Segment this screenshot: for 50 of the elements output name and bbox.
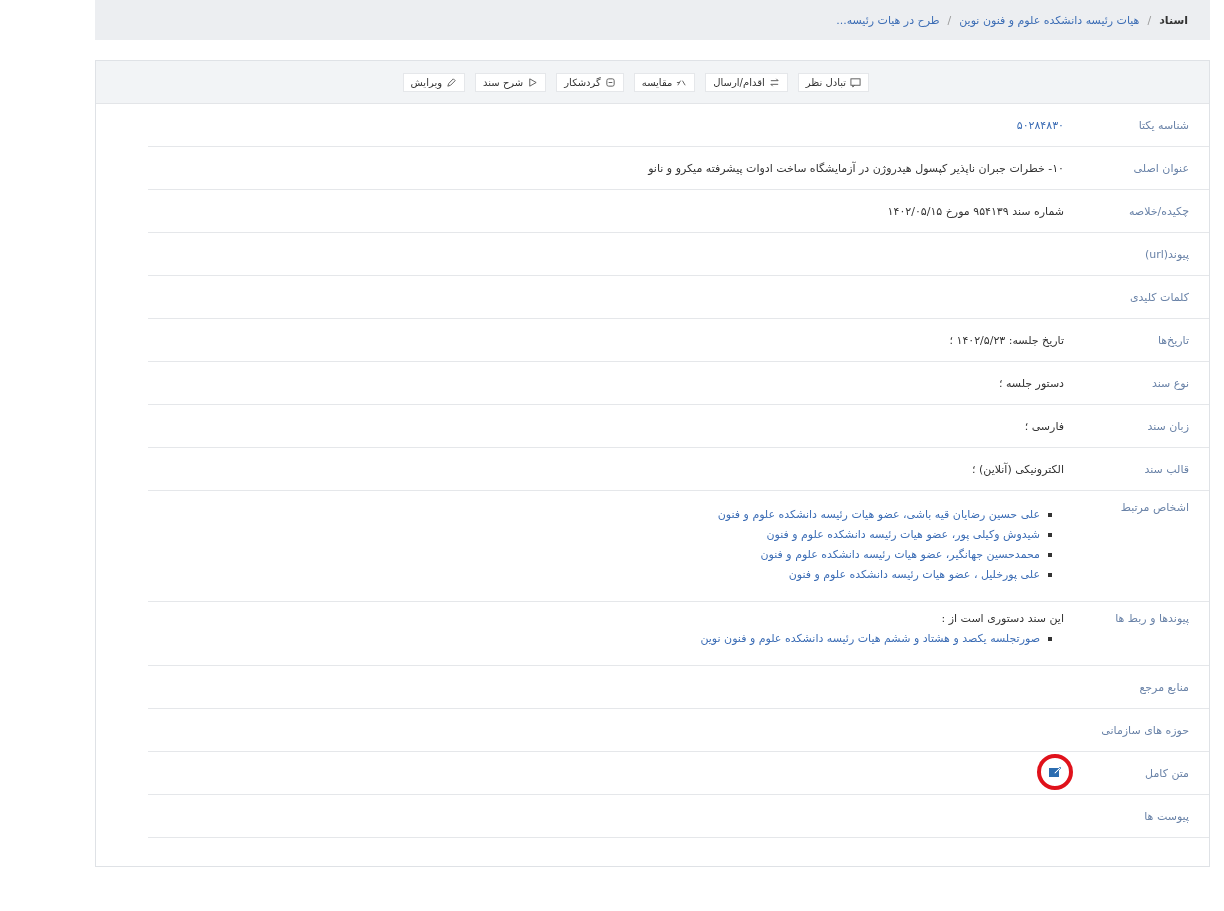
field-value: شماره سند ۹۵۴۱۳۹ مورخ ۱۴۰۲/۰۵/۱۵ [887, 204, 1064, 218]
toolbar-button[interactable]: مقایسه [633, 72, 696, 92]
bullet-icon [1048, 533, 1052, 537]
field-label: پیوند(url) [1143, 247, 1190, 261]
field-label: پیوست ها [1143, 809, 1190, 823]
breadcrumb-separator: / [1147, 13, 1152, 27]
field-label: اشخاص مرتبط [1119, 501, 1190, 514]
related-link[interactable]: علی حسین رضایان قیه باشی، عضو هیات رئیسه دانشکده علوم و فنون [717, 505, 1040, 525]
toolbar-button[interactable]: ویرایش [402, 72, 466, 92]
chat-icon [850, 76, 861, 88]
breadcrumb-link[interactable]: هیات رئیسه دانشکده علوم و فنون نوین [959, 13, 1140, 27]
related-link[interactable]: محمدحسین جهانگیر، عضو هیات رئیسه دانشکده علوم و فنون [760, 545, 1040, 565]
related-link[interactable]: علی پورخلیل ، عضو هیات رئیسه دانشکده علوم و فنون [788, 565, 1040, 585]
pencil-icon [446, 76, 458, 88]
bullet-icon [1048, 553, 1052, 557]
field-label: منابع مرجع [1138, 680, 1190, 694]
swap-icon [768, 76, 780, 88]
related-link[interactable]: صورتجلسه یکصد و هشتاد و ششم هیات رئیسه دانشکده علوم و فنون نوین [700, 629, 1040, 649]
breadcrumb-link[interactable]: طرح در هیات رئیسه... [836, 13, 940, 27]
field-label: پیوندها و ربط ها [1114, 612, 1190, 625]
highlight-circle [1035, 751, 1075, 792]
field-value: ۱۰- خطرات جبران ناپذیر کپسول هیدروژن در آزمایشگاه ساخت ادوات پیشرفته میکرو و نانو [648, 161, 1064, 175]
field-label: نوع سند [1150, 376, 1190, 390]
field-label: قالب سند [1143, 462, 1190, 476]
field-value: الکترونیکی (آنلاین) ؛ [972, 462, 1064, 476]
field-value: این سند دستوری است از : [940, 612, 1064, 625]
toolbar-button[interactable]: اقدام/ارسال [705, 72, 788, 92]
field-label: تاریخ‌ها [1156, 333, 1190, 347]
play-icon [527, 76, 539, 88]
field-label: زبان سند [1146, 419, 1190, 433]
field-label: متن کامل [1144, 766, 1190, 780]
field-value: دستور جلسه ؛ [998, 376, 1064, 390]
toolbar-button[interactable]: گردشکار [556, 72, 624, 92]
field-label: چکیده/خلاصه [1127, 204, 1190, 218]
field-value: فارسی ؛ [1024, 419, 1064, 433]
breadcrumb-item: اسناد [1159, 13, 1188, 27]
bullet-icon [1048, 513, 1052, 517]
related-link[interactable]: شیدوش وکیلی پور، عضو هیات رئیسه دانشکده علوم و فنون [766, 525, 1040, 545]
field-label: شناسه یکتا [1137, 118, 1190, 132]
field-value: تاریخ جلسه: ۱۴۰۲/۵/۲۳ ؛ [949, 333, 1064, 347]
field-label: کلمات کلیدی [1128, 290, 1190, 304]
toolbar-button[interactable]: شرح سند [475, 72, 547, 92]
field-label: حوزه های سازمانی [1100, 723, 1190, 737]
bullet-icon [1048, 573, 1052, 577]
field-label: عنوان اصلی [1132, 161, 1190, 175]
breadcrumb-separator: / [947, 13, 952, 27]
field-link[interactable]: ۵۰۲۸۴۸۳۰ [1016, 118, 1064, 132]
bullet-icon [1048, 637, 1052, 641]
toolbar-button[interactable]: تبادل نظر [797, 72, 869, 92]
edit-icon[interactable] [1048, 765, 1062, 778]
